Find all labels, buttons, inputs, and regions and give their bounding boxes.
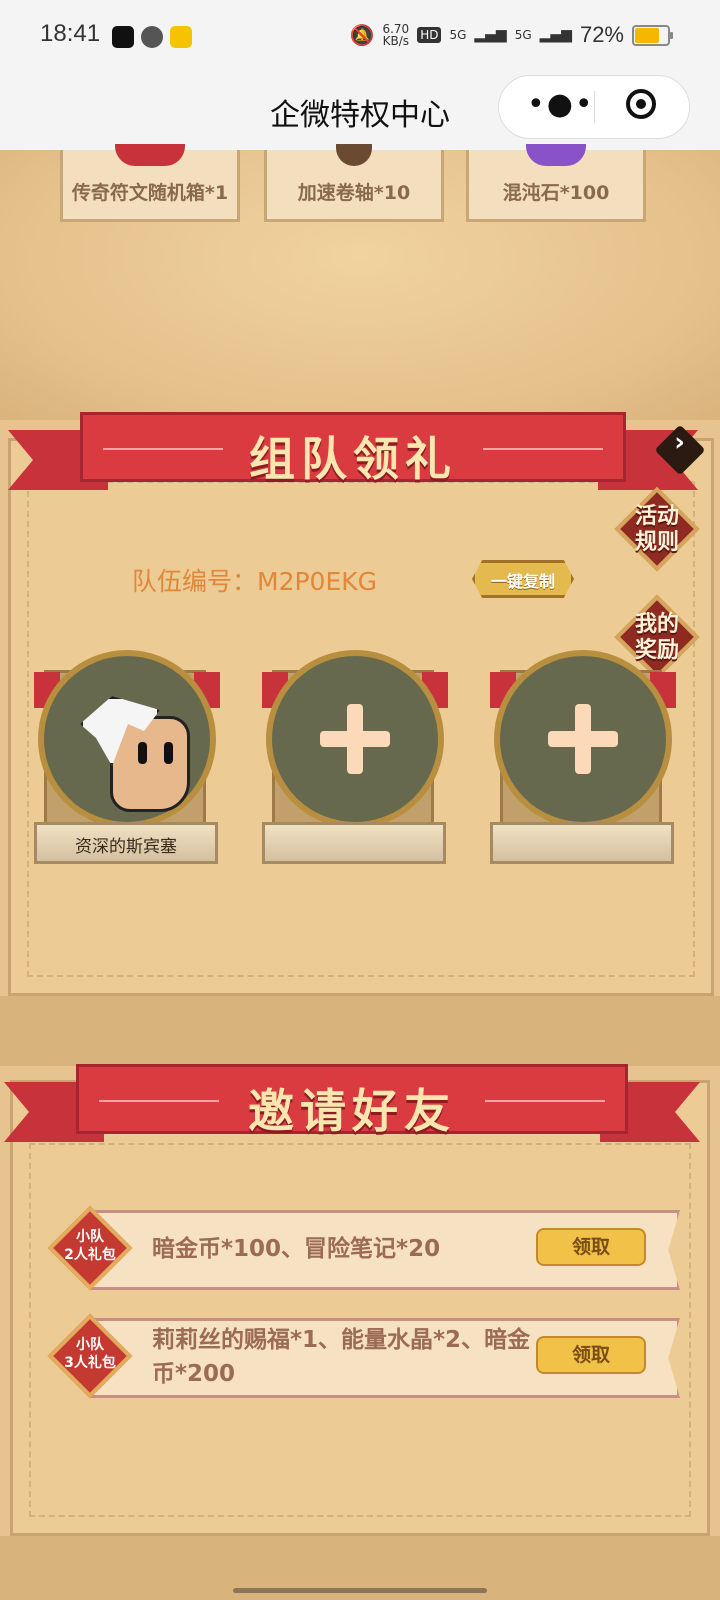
member-name: 资深的斯宾塞 [75, 837, 177, 857]
invite-reward-row: 小队 2人礼包 暗金币*100、冒险笔记*20 领取 [40, 1205, 680, 1300]
copy-button[interactable]: 一键复制 [472, 560, 574, 598]
target-icon[interactable] [626, 89, 656, 119]
signal-bars-icon: ▂▄▆ [539, 27, 572, 43]
home-indicator[interactable] [233, 1588, 487, 1593]
top-reward-label: 混沌石*100 [502, 182, 610, 204]
reward-text: 莉莉丝的赐福*1、能量水晶*2、暗金币*200 [152, 1327, 531, 1387]
chaos-stone-icon [526, 144, 586, 166]
capsule-divider [594, 91, 595, 123]
team-id-label: 队伍编号：M2P0EKG [132, 567, 378, 596]
status-bar: 18:41 🔕 6.70 KB/s HD 5G ▂▄▆ 5G ▂▄▆ 72% [0, 0, 720, 72]
invite-member-button[interactable] [494, 650, 672, 828]
pack-badge-label: 小队 3人礼包 [64, 1337, 116, 1371]
pack-badge: 小队 3人礼包 [47, 1313, 133, 1399]
status-time: 18:41 [40, 20, 101, 47]
scroll-icon [336, 144, 372, 166]
plus-icon [548, 704, 618, 774]
banner-main: 邀请好友 [76, 1064, 628, 1138]
top-reward-card: 加速卷轴*10 [264, 144, 444, 222]
avatar-eye [164, 742, 173, 764]
team-banner: 组队领礼 [8, 412, 698, 492]
mute-icon: 🔕 [349, 23, 375, 47]
invite-banner-title: 邀请好友 [248, 1084, 456, 1138]
claim-button[interactable]: 领取 [536, 1228, 646, 1266]
team-member-slot [488, 650, 678, 872]
hd-badge: HD [417, 27, 442, 43]
team-member-slot [260, 650, 450, 872]
member-name-plate: 资深的斯宾塞 [34, 822, 218, 864]
nav-bar: 企微特权中心 •●• [0, 72, 720, 150]
invite-member-button[interactable] [266, 650, 444, 828]
more-dots-icon[interactable]: •●• [527, 90, 595, 120]
avatar[interactable] [38, 650, 216, 828]
top-reward-label: 传奇符文随机箱*1 [71, 182, 229, 204]
banner-main: 组队领礼 [80, 412, 626, 486]
signal-5g-2: 5G [514, 28, 532, 42]
copy-button-label: 一键复制 [490, 572, 555, 591]
avatar-character [80, 686, 190, 812]
plus-icon [320, 704, 390, 774]
reward-text: 暗金币*100、冒险笔记*20 [152, 1236, 441, 1262]
battery-icon [632, 24, 673, 46]
member-name-plate [262, 822, 446, 864]
top-reward-card: 混沌石*100 [466, 144, 646, 222]
network-speed: 6.70 KB/s [382, 22, 410, 48]
invite-reward-row: 小队 3人礼包 莉莉丝的赐福*1、能量水晶*2、暗金币*200 领取 [40, 1313, 680, 1408]
status-indicators: 🔕 6.70 KB/s HD 5G ▂▄▆ 5G ▂▄▆ 72% [349, 22, 673, 48]
mini-program-capsule: •●• [498, 75, 690, 139]
tiktok-icon [112, 26, 134, 48]
invite-banner: 邀请好友 [4, 1064, 700, 1144]
wechat-icon [141, 26, 163, 48]
battery-percent: 72% [579, 22, 624, 47]
avatar-eye [138, 742, 147, 764]
signal-5g-1: 5G [449, 28, 467, 42]
claim-button[interactable]: 领取 [536, 1336, 646, 1374]
signal-bars-icon: ▂▄▆ [474, 27, 507, 43]
section-divider-bg [0, 996, 720, 1066]
rune-box-icon [115, 144, 185, 166]
team-member-slot: 资深的斯宾塞 [32, 650, 222, 872]
top-reward-label: 加速卷轴*10 [297, 182, 411, 204]
team-banner-title: 组队领礼 [249, 432, 457, 486]
invite-panel [10, 1080, 710, 1536]
member-name-plate [490, 822, 674, 864]
pack-badge-label: 小队 2人礼包 [64, 1229, 116, 1263]
rules-button-label: 活动 规则 [634, 504, 679, 555]
rules-button[interactable]: 活动 规则 [614, 486, 700, 572]
pack-badge: 小队 2人礼包 [47, 1205, 133, 1291]
app-icon [170, 26, 192, 48]
top-reward-card: 传奇符文随机箱*1 [60, 144, 240, 222]
